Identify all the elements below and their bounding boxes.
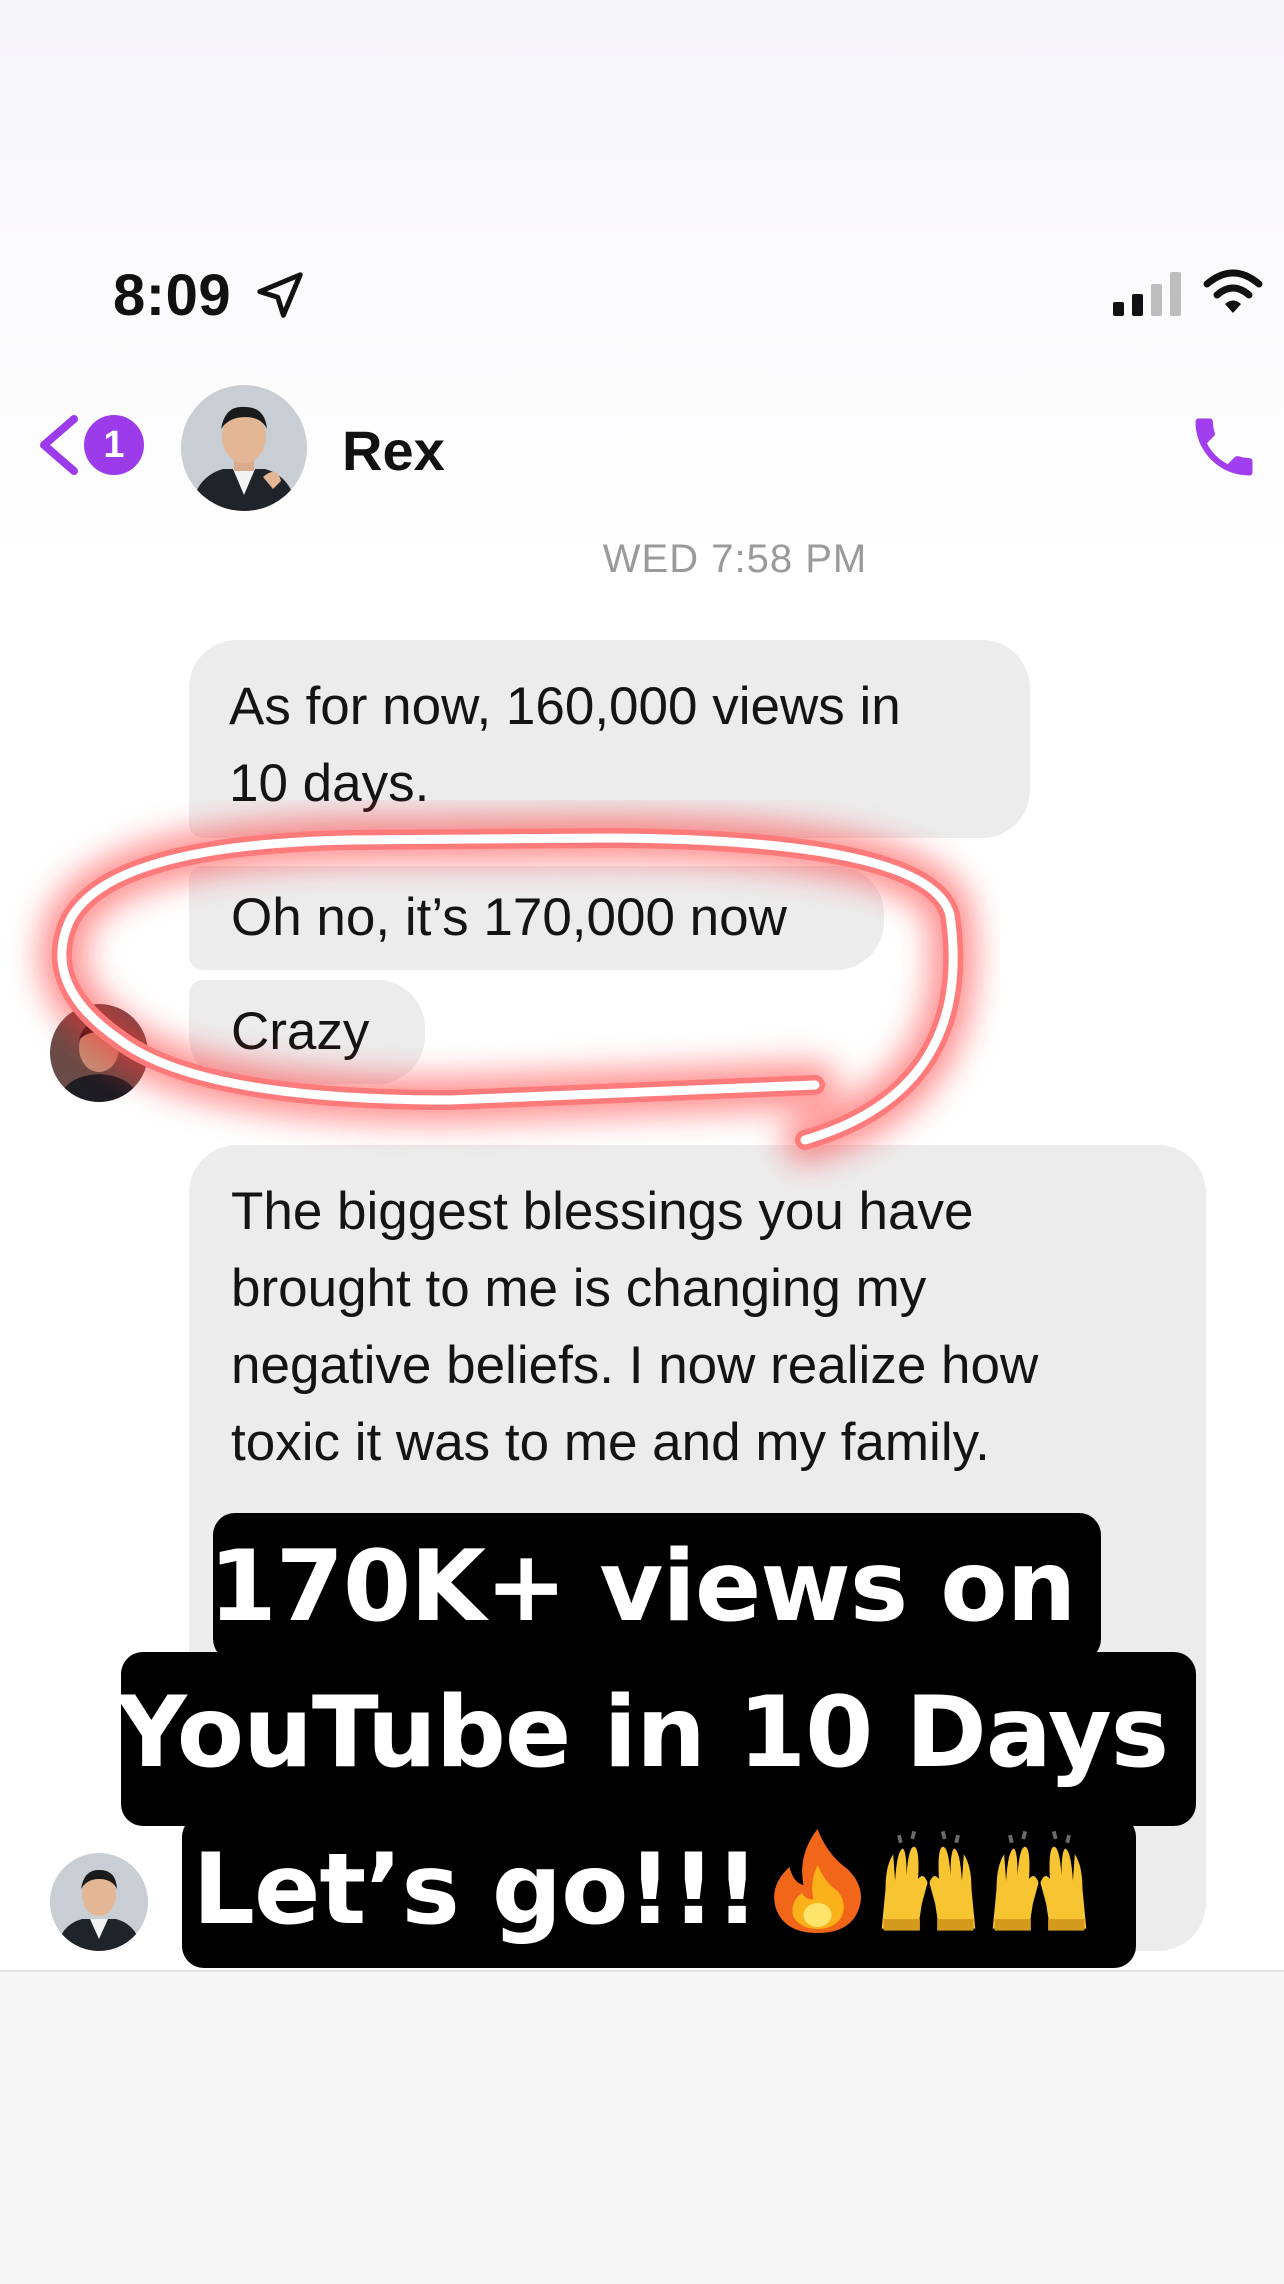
location-arrow-icon [257, 272, 303, 318]
message-text: Crazy [231, 1002, 370, 1061]
fire-emoji [773, 1829, 861, 1933]
message-text: Oh no, it’s 170,000 now [231, 888, 787, 947]
caption-line-2: YouTube in 10 Days [115, 1676, 1169, 1790]
raising-hands-emoji [881, 1830, 975, 1931]
message-text: As for now, 160,000 views in 10 days. [229, 677, 901, 813]
phone-icon[interactable] [1186, 409, 1262, 485]
unread-count-badge: 1 [84, 415, 144, 475]
message-bubble[interactable]: Oh no, it’s 170,000 now [189, 866, 884, 970]
cellular-signal-icon [1113, 272, 1181, 316]
raising-hands-emoji [992, 1830, 1086, 1931]
status-time: 8:09 [113, 263, 232, 328]
caption-line-3-text: Let’s go!!! [192, 1833, 760, 1947]
sender-avatar [50, 1004, 148, 1102]
composer-area [0, 1970, 1284, 2284]
message-bubble[interactable]: Crazy [189, 980, 425, 1084]
message-timestamp: WED 7:58 PM [602, 537, 868, 581]
contact-avatar[interactable] [181, 385, 307, 511]
message-text: The biggest blessings you have brought t… [231, 1182, 1039, 1472]
chevron-left-icon [40, 415, 78, 475]
caption-line-3: Let’s go!!! [0, 1825, 1284, 1947]
contact-name[interactable]: Rex [342, 418, 445, 483]
wifi-icon [1203, 269, 1263, 313]
message-bubble[interactable]: As for now, 160,000 views in 10 days. [189, 640, 1030, 838]
back-button[interactable]: 1 [36, 405, 156, 485]
caption-line-1: 170K+ views on [208, 1530, 1077, 1644]
highlight-circle [39, 815, 976, 1162]
